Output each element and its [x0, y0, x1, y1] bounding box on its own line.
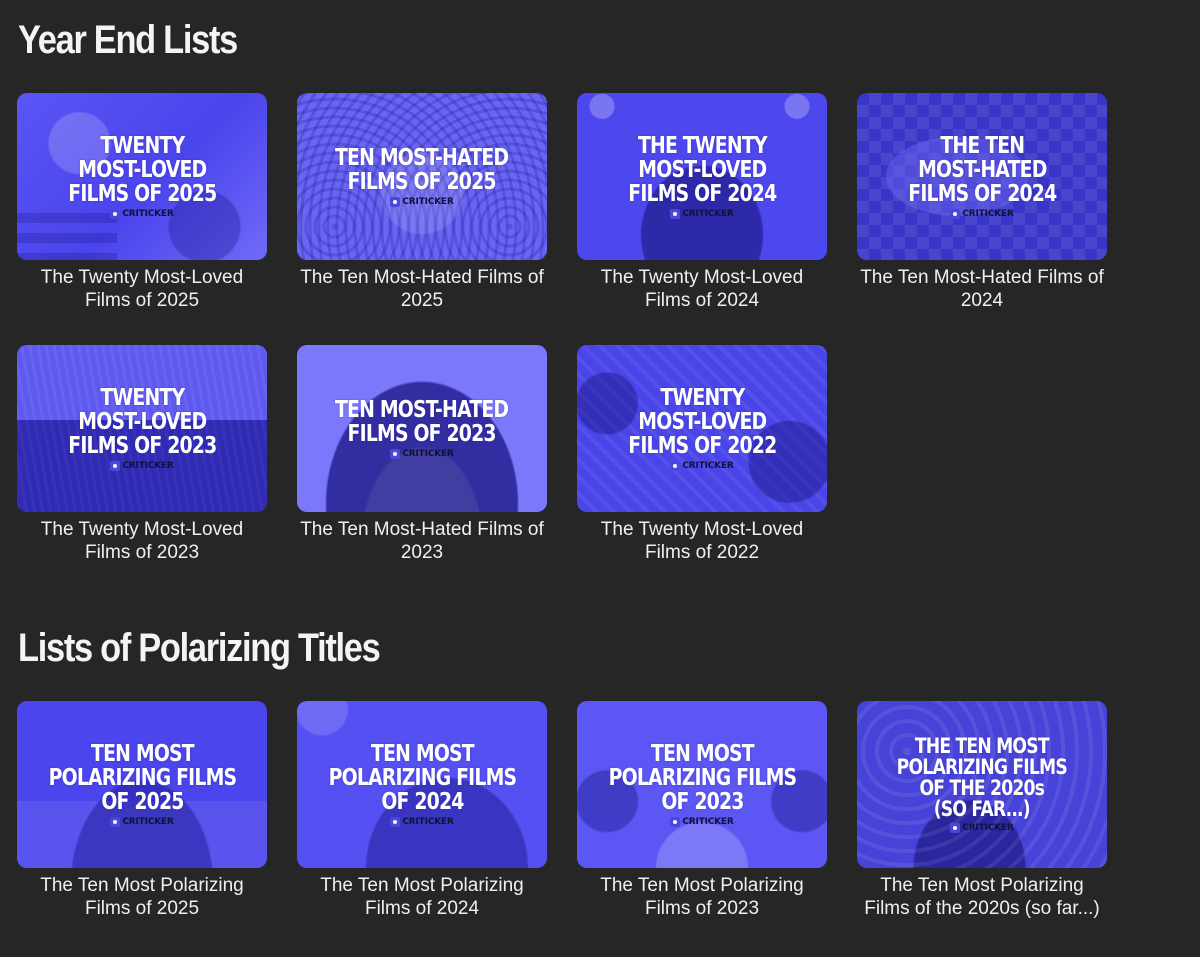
criticker-logo-text: CRITICKER	[402, 197, 454, 207]
criticker-logo: CRITICKER	[670, 461, 734, 471]
criticker-logo: CRITICKER	[950, 209, 1014, 219]
list-thumbnail[interactable]: TEN MOST-HATED FILMS OF 2023 CRITICKER	[297, 345, 547, 512]
list-thumbnail[interactable]: TEN MOST-HATED FILMS OF 2025 CRITICKER	[297, 93, 547, 260]
list-card[interactable]: TWENTY MOST-LOVED FILMS OF 2025 CRITICKE…	[17, 93, 267, 312]
criticker-logo: CRITICKER	[110, 817, 174, 827]
criticker-logo-text: CRITICKER	[962, 823, 1014, 833]
list-card[interactable]: TEN MOST-HATED FILMS OF 2023 CRITICKER T…	[297, 345, 547, 564]
thumbnail-title: TWENTY MOST-LOVED FILMS OF 2023	[67, 385, 217, 459]
criticker-logo-text: CRITICKER	[682, 817, 734, 827]
thumbnail-title: THE TWENTY MOST-LOVED FILMS OF 2024	[627, 133, 777, 207]
list-caption[interactable]: The Twenty Most-Loved Films of 2024	[577, 266, 827, 312]
thumbnail-title: TEN MOST-HATED FILMS OF 2023	[335, 397, 509, 447]
list-card[interactable]: TWENTY MOST-LOVED FILMS OF 2022 CRITICKE…	[577, 345, 827, 564]
section-title-year-end-lists: Year End Lists	[18, 18, 238, 62]
criticker-logo-text: CRITICKER	[682, 209, 734, 219]
criticker-logo-icon	[110, 461, 121, 471]
criticker-logo: CRITICKER	[390, 197, 454, 207]
criticker-logo-text: CRITICKER	[682, 461, 734, 471]
criticker-logo-text: CRITICKER	[122, 817, 174, 827]
list-caption[interactable]: The Ten Most Polarizing Films of 2024	[297, 874, 547, 920]
list-caption[interactable]: The Ten Most-Hated Films of 2025	[297, 266, 547, 312]
list-thumbnail[interactable]: TEN MOST POLARIZING FILMS OF 2023 CRITIC…	[577, 701, 827, 868]
criticker-logo: CRITICKER	[110, 209, 174, 219]
criticker-logo-icon	[670, 209, 681, 219]
thumbnail-title: TEN MOST POLARIZING FILMS OF 2023	[608, 741, 797, 815]
list-thumbnail[interactable]: TWENTY MOST-LOVED FILMS OF 2022 CRITICKE…	[577, 345, 827, 512]
criticker-logo-icon	[390, 817, 401, 827]
thumbnail-title: THE TEN MOST POLARIZING FILMS OF THE 202…	[896, 734, 1068, 821]
list-caption[interactable]: The Ten Most Polarizing Films of 2025	[17, 874, 267, 920]
thumbnail-title: TWENTY MOST-LOVED FILMS OF 2025	[67, 133, 217, 207]
criticker-logo: CRITICKER	[670, 817, 734, 827]
criticker-logo-text: CRITICKER	[962, 209, 1014, 219]
thumbnail-title: TEN MOST-HATED FILMS OF 2025	[335, 145, 509, 195]
thumbnail-title: THE TEN MOST-HATED FILMS OF 2024	[907, 133, 1057, 207]
criticker-logo: CRITICKER	[390, 449, 454, 459]
criticker-logo: CRITICKER	[950, 823, 1014, 833]
list-card[interactable]: TEN MOST POLARIZING FILMS OF 2023 CRITIC…	[577, 701, 827, 920]
list-thumbnail[interactable]: TWENTY MOST-LOVED FILMS OF 2025 CRITICKE…	[17, 93, 267, 260]
list-thumbnail[interactable]: THE TWENTY MOST-LOVED FILMS OF 2024 CRIT…	[577, 93, 827, 260]
thumbnail-title: TEN MOST POLARIZING FILMS OF 2024	[328, 741, 517, 815]
list-thumbnail[interactable]: TWENTY MOST-LOVED FILMS OF 2023 CRITICKE…	[17, 345, 267, 512]
criticker-logo: CRITICKER	[110, 461, 174, 471]
list-caption[interactable]: The Ten Most Polarizing Films of the 202…	[857, 874, 1107, 920]
criticker-logo-text: CRITICKER	[402, 449, 454, 459]
criticker-logo-icon	[950, 209, 961, 219]
list-caption[interactable]: The Ten Most-Hated Films of 2023	[297, 518, 547, 564]
criticker-logo-icon	[110, 817, 121, 827]
list-caption[interactable]: The Twenty Most-Loved Films of 2023	[17, 518, 267, 564]
list-caption[interactable]: The Ten Most-Hated Films of 2024	[857, 266, 1107, 312]
list-card[interactable]: THE TWENTY MOST-LOVED FILMS OF 2024 CRIT…	[577, 93, 827, 312]
criticker-logo: CRITICKER	[390, 817, 454, 827]
criticker-logo-icon	[390, 449, 401, 459]
criticker-logo-icon	[390, 197, 401, 207]
list-card[interactable]: TWENTY MOST-LOVED FILMS OF 2023 CRITICKE…	[17, 345, 267, 564]
list-card[interactable]: THE TEN MOST-HATED FILMS OF 2024 CRITICK…	[857, 93, 1107, 312]
list-thumbnail[interactable]: THE TEN MOST POLARIZING FILMS OF THE 202…	[857, 701, 1107, 868]
criticker-logo-icon	[110, 209, 121, 219]
thumbnail-title: TEN MOST POLARIZING FILMS OF 2025	[48, 741, 237, 815]
section-title-polarizing-titles: Lists of Polarizing Titles	[18, 626, 381, 670]
list-thumbnail[interactable]: TEN MOST POLARIZING FILMS OF 2024 CRITIC…	[297, 701, 547, 868]
list-card[interactable]: TEN MOST POLARIZING FILMS OF 2025 CRITIC…	[17, 701, 267, 920]
list-caption[interactable]: The Twenty Most-Loved Films of 2025	[17, 266, 267, 312]
criticker-logo-icon	[670, 817, 681, 827]
list-caption[interactable]: The Ten Most Polarizing Films of 2023	[577, 874, 827, 920]
list-card[interactable]: THE TEN MOST POLARIZING FILMS OF THE 202…	[857, 701, 1107, 920]
list-card[interactable]: TEN MOST-HATED FILMS OF 2025 CRITICKER T…	[297, 93, 547, 312]
criticker-logo-text: CRITICKER	[122, 461, 174, 471]
criticker-logo-icon	[950, 823, 961, 833]
list-thumbnail[interactable]: THE TEN MOST-HATED FILMS OF 2024 CRITICK…	[857, 93, 1107, 260]
criticker-logo-icon	[670, 461, 681, 471]
criticker-logo: CRITICKER	[670, 209, 734, 219]
criticker-logo-text: CRITICKER	[122, 209, 174, 219]
list-caption[interactable]: The Twenty Most-Loved Films of 2022	[577, 518, 827, 564]
criticker-logo-text: CRITICKER	[402, 817, 454, 827]
thumbnail-title: TWENTY MOST-LOVED FILMS OF 2022	[627, 385, 777, 459]
list-thumbnail[interactable]: TEN MOST POLARIZING FILMS OF 2025 CRITIC…	[17, 701, 267, 868]
list-card[interactable]: TEN MOST POLARIZING FILMS OF 2024 CRITIC…	[297, 701, 547, 920]
